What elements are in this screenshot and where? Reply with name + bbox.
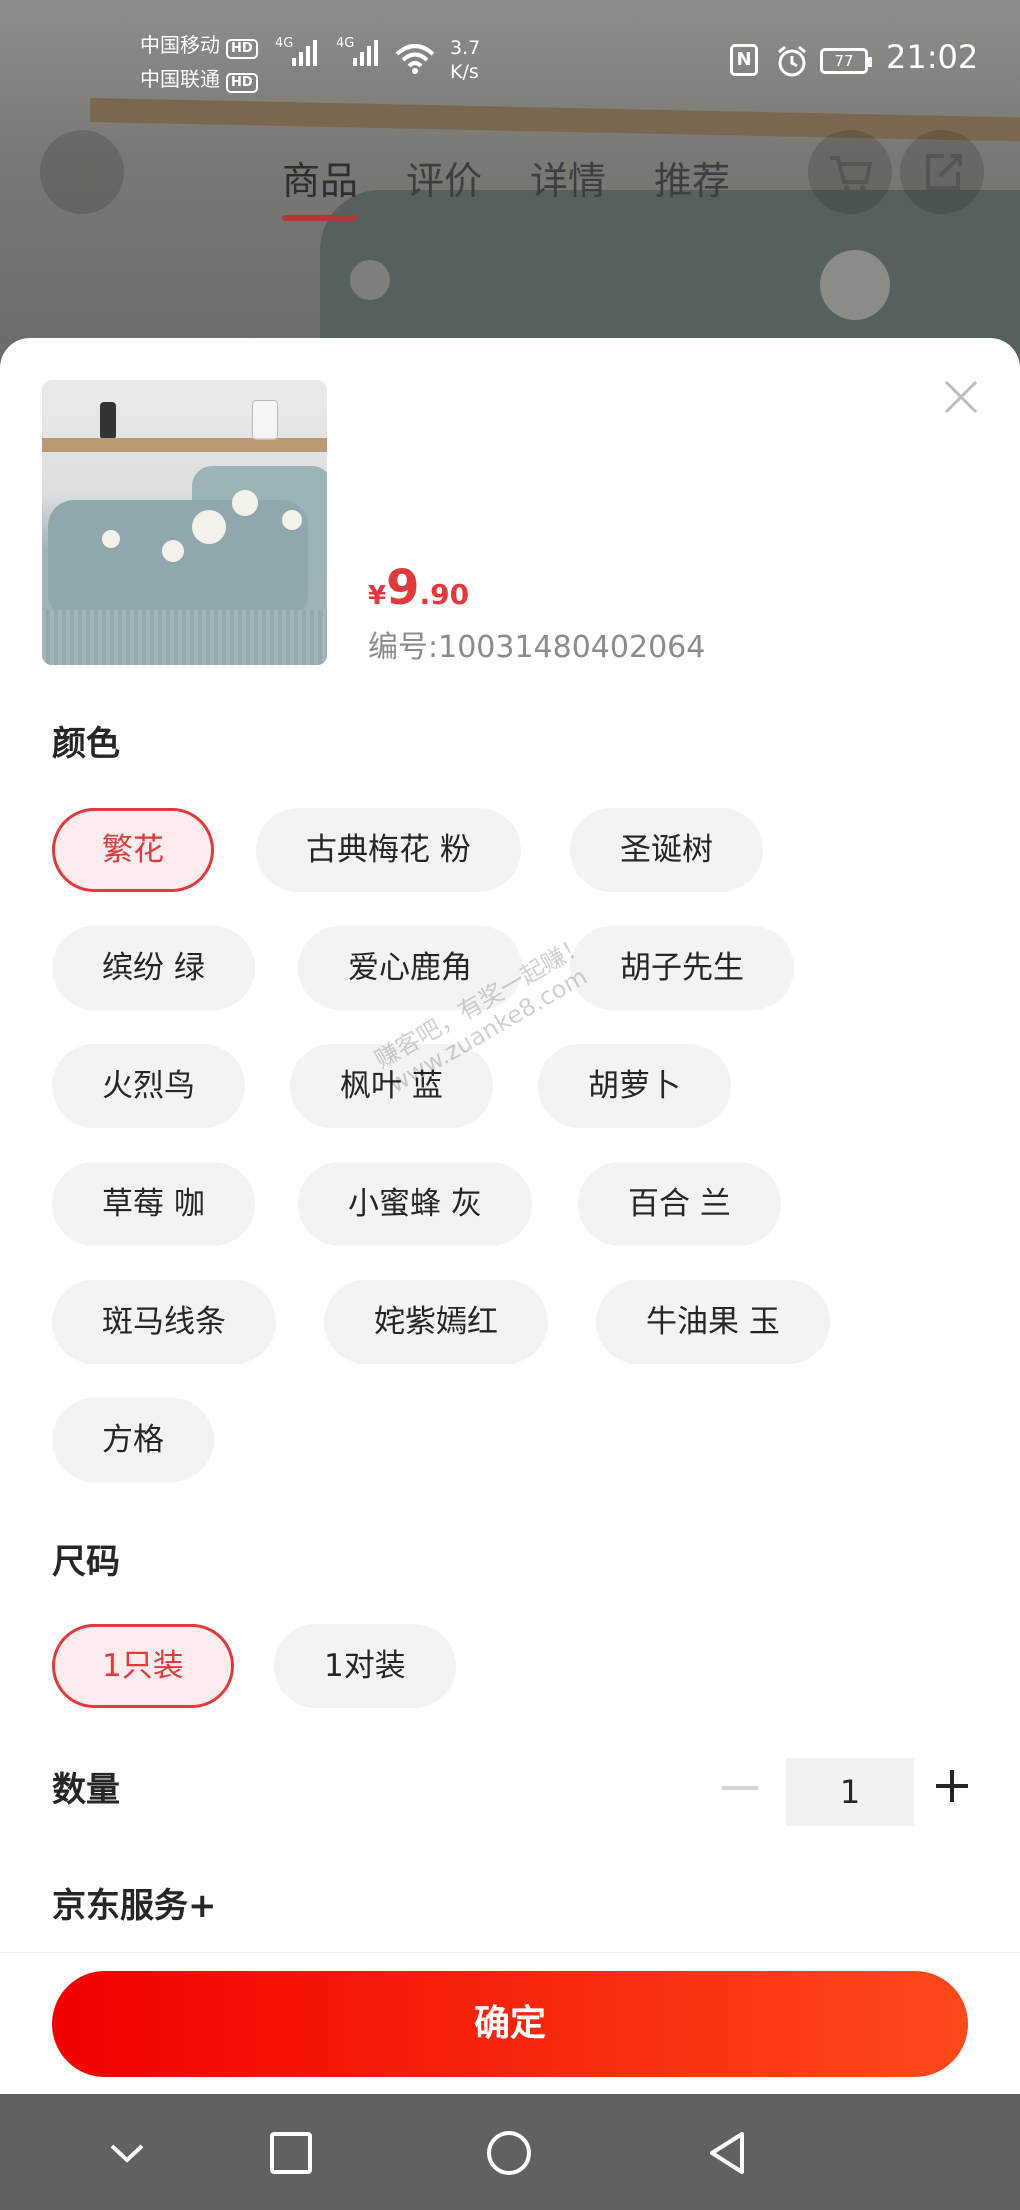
background-product-page: 中国移动HD 中国联通HD 4G 4G 3.7 K/s N 77 21:02 (0, 0, 1020, 360)
nfc-icon: N (730, 44, 758, 76)
hd-badge: HD (226, 73, 258, 93)
color-option[interactable]: 胡子先生 (570, 926, 794, 1010)
product-price: ¥9.90 (368, 560, 470, 616)
quantity-stepper[interactable]: 1 (786, 1758, 914, 1826)
color-option[interactable]: 斑马线条 (52, 1280, 276, 1364)
tab-reviews[interactable]: 评价 (406, 150, 482, 205)
share-icon (926, 154, 962, 190)
home-circle-icon[interactable] (484, 2128, 534, 2178)
sheet-footer: 确定 (0, 1952, 1020, 2094)
tab-goods[interactable]: 商品 (282, 150, 359, 221)
size-section-title: 尺码 (52, 1542, 120, 1582)
carrier-2: 中国联通 HD (140, 66, 258, 93)
color-option[interactable]: 小蜜蜂 灰 (298, 1162, 532, 1246)
close-icon[interactable] (942, 378, 980, 416)
color-option[interactable]: 姹紫嫣红 (324, 1280, 548, 1364)
status-bar: 中国移动 HD 中国联通 HD 4G 4G 3.7 K/s N 77 21:02 (0, 0, 1020, 120)
battery-icon: 77 (820, 48, 872, 74)
alarm-icon (778, 45, 806, 77)
color-option[interactable]: 方格 (52, 1398, 214, 1482)
system-nav-bar (0, 2094, 1020, 2210)
sku-selection-sheet: ¥9.90 编号:10031480402064 颜色 繁花 古典梅花 粉 圣诞树… (0, 338, 1020, 2094)
product-sku: 编号:10031480402064 (368, 630, 706, 665)
color-option[interactable]: 火烈鸟 (52, 1044, 245, 1128)
recents-square-icon[interactable] (266, 2128, 316, 2178)
signal-bars-2-icon (353, 40, 378, 66)
product-tabs: 商品 评价 详情 推荐 (282, 150, 730, 221)
share-button[interactable] (900, 130, 984, 214)
color-option[interactable]: 爱心鹿角 (298, 926, 522, 1010)
cart-icon (830, 156, 873, 191)
back-arrow-icon (68, 154, 90, 190)
color-option[interactable]: 繁花 (52, 808, 214, 892)
size-option[interactable]: 1对装 (274, 1624, 456, 1708)
hd-badge: HD (226, 39, 258, 59)
cart-button[interactable] (808, 130, 892, 214)
quantity-decrease-button[interactable] (722, 1786, 758, 1790)
color-option[interactable]: 圣诞树 (570, 808, 763, 892)
color-option[interactable]: 百合 兰 (578, 1162, 781, 1246)
quantity-title: 数量 (52, 1770, 120, 1810)
network-speed: 3.7 K/s (450, 37, 481, 83)
clock: 21:02 (886, 38, 979, 76)
signal-bars-1-icon (292, 40, 317, 66)
tab-recommend[interactable]: 推荐 (654, 150, 730, 205)
size-option[interactable]: 1只装 (52, 1624, 234, 1708)
color-option[interactable]: 缤纷 绿 (52, 926, 255, 1010)
background-flower (820, 250, 890, 320)
color-option[interactable]: 枫叶 蓝 (290, 1044, 493, 1128)
color-option[interactable]: 牛油果 玉 (596, 1280, 830, 1364)
tab-details[interactable]: 详情 (530, 150, 606, 205)
carrier-1: 中国移动 HD (140, 32, 258, 59)
product-top-nav: 商品 评价 详情 推荐 (0, 130, 1020, 221)
wifi-icon (395, 44, 435, 74)
jd-service-title: 京东服务+ (52, 1886, 217, 1926)
color-option[interactable]: 胡萝卜 (538, 1044, 731, 1128)
quantity-increase-button[interactable] (936, 1770, 968, 1802)
product-thumbnail (42, 380, 327, 665)
confirm-button[interactable]: 确定 (52, 1971, 968, 2077)
background-flower (350, 260, 390, 300)
color-section-title: 颜色 (52, 724, 120, 764)
back-triangle-icon[interactable] (702, 2128, 752, 2178)
color-option[interactable]: 古典梅花 粉 (256, 808, 521, 892)
back-button[interactable] (40, 130, 124, 214)
hide-keyboard-chevron-icon[interactable] (102, 2128, 152, 2178)
network-type-1: 4G (275, 36, 294, 51)
color-option[interactable]: 草莓 咖 (52, 1162, 255, 1246)
network-type-2: 4G (336, 36, 355, 51)
